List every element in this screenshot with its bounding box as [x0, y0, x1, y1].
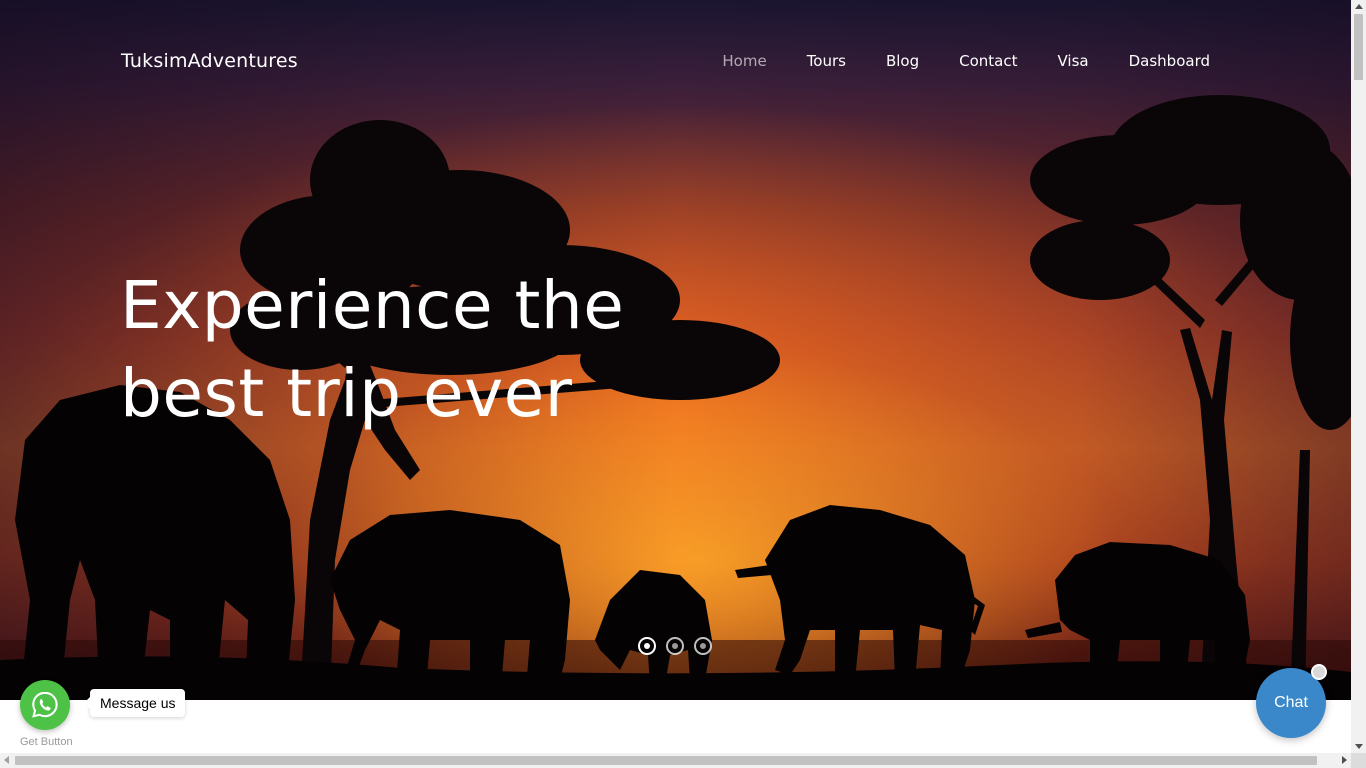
chat-status-indicator — [1311, 664, 1327, 680]
nav-item-dashboard[interactable]: Dashboard — [1129, 52, 1210, 70]
site-brand-logo[interactable]: TuksimAdventures — [121, 50, 298, 72]
slider-dot-3[interactable] — [694, 637, 712, 655]
horizontal-scrollbar[interactable] — [0, 753, 1351, 768]
slider-pagination — [638, 637, 712, 655]
nav-item-blog[interactable]: Blog — [886, 52, 919, 70]
hero-headline-line-1: Experience the — [120, 267, 625, 344]
scroll-down-arrow-icon[interactable] — [1355, 744, 1363, 749]
page-viewport: TuksimAdventures Home Tours Blog Contact… — [0, 0, 1351, 753]
whatsapp-button[interactable] — [20, 680, 70, 730]
scrollbar-corner — [1351, 753, 1366, 768]
nav-item-home[interactable]: Home — [722, 52, 766, 70]
chat-button-label: Chat — [1274, 694, 1308, 711]
hero-headline-line-2: best trip ever — [120, 355, 573, 432]
vertical-scrollbar[interactable] — [1351, 0, 1366, 753]
main-navigation: Home Tours Blog Contact Visa Dashboard — [722, 52, 1210, 70]
slider-dot-2[interactable] — [666, 637, 684, 655]
nav-item-tours[interactable]: Tours — [807, 52, 846, 70]
whatsapp-message-label[interactable]: Message us — [83, 689, 186, 717]
horizontal-scroll-thumb[interactable] — [15, 756, 1317, 765]
hero-headline: Experience the best trip ever — [120, 262, 680, 438]
nav-item-visa[interactable]: Visa — [1058, 52, 1089, 70]
whatsapp-icon — [32, 691, 58, 718]
nav-item-contact[interactable]: Contact — [959, 52, 1017, 70]
get-button-credit-link[interactable]: Get Button — [20, 736, 73, 748]
scroll-left-arrow-icon[interactable] — [4, 756, 9, 764]
scroll-up-arrow-icon[interactable] — [1355, 4, 1363, 9]
slider-dot-1[interactable] — [638, 637, 656, 655]
scroll-right-arrow-icon[interactable] — [1342, 756, 1347, 764]
vertical-scroll-thumb[interactable] — [1354, 14, 1363, 80]
hero-section: TuksimAdventures Home Tours Blog Contact… — [0, 0, 1351, 700]
